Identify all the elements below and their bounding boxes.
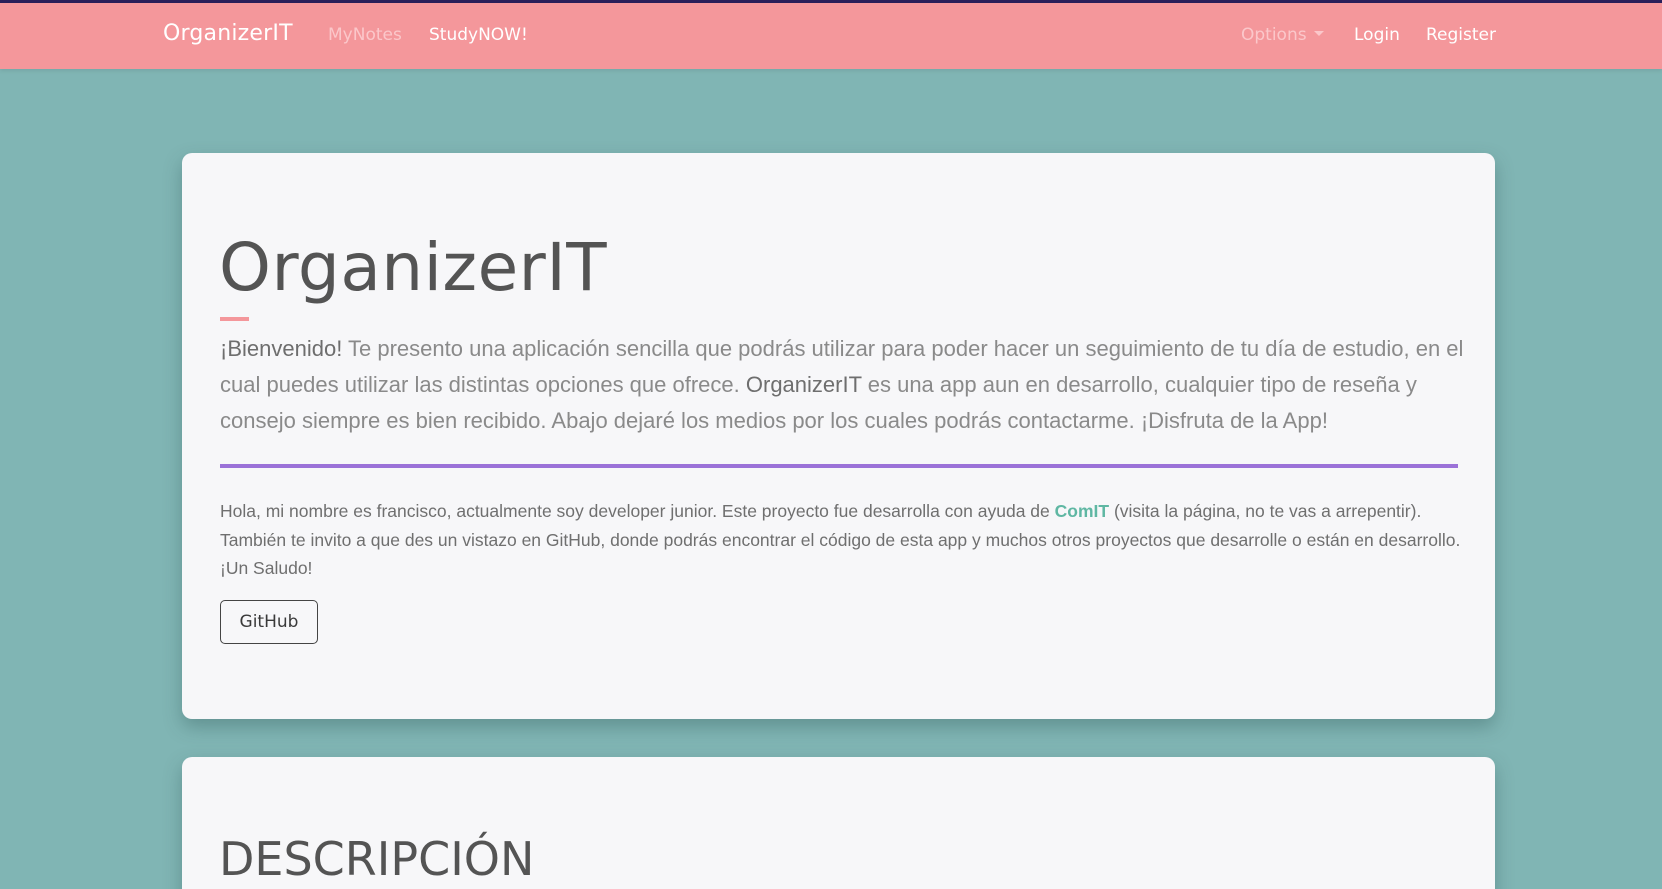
comit-link[interactable]: ComIT — [1055, 501, 1109, 521]
description-card: DESCRIPCIÓN — [182, 757, 1495, 889]
options-label: Options — [1241, 25, 1307, 45]
brand-link[interactable]: OrganizerIT — [163, 21, 293, 46]
options-dropdown[interactable]: Options — [1241, 25, 1324, 45]
hero-title: OrganizerIT — [219, 229, 608, 306]
lead-app-name: OrganizerIT — [745, 372, 862, 397]
hero-card: OrganizerIT ¡Bienvenido! Te presento una… — [182, 153, 1495, 719]
chevron-down-icon — [1313, 30, 1324, 36]
hero-lead: ¡Bienvenido! Te presento una aplicación … — [220, 331, 1465, 439]
nav-link-studynow[interactable]: StudyNOW! — [429, 25, 528, 45]
description-title: DESCRIPCIÓN — [219, 832, 535, 886]
nav-link-register[interactable]: Register — [1426, 25, 1496, 45]
about-text-1: Hola, mi nombre es francisco, actualment… — [220, 501, 1055, 521]
nav-link-login[interactable]: Login — [1354, 25, 1400, 45]
github-button[interactable]: GitHub — [220, 600, 318, 644]
about-paragraph: Hola, mi nombre es francisco, actualment… — [220, 497, 1465, 583]
section-divider — [220, 464, 1458, 468]
lead-welcome: ¡Bienvenido! — [220, 336, 343, 361]
title-accent-bar — [220, 317, 249, 321]
navbar: OrganizerIT MyNotes StudyNOW! Options Lo… — [0, 3, 1662, 69]
nav-link-mynotes[interactable]: MyNotes — [328, 25, 402, 45]
